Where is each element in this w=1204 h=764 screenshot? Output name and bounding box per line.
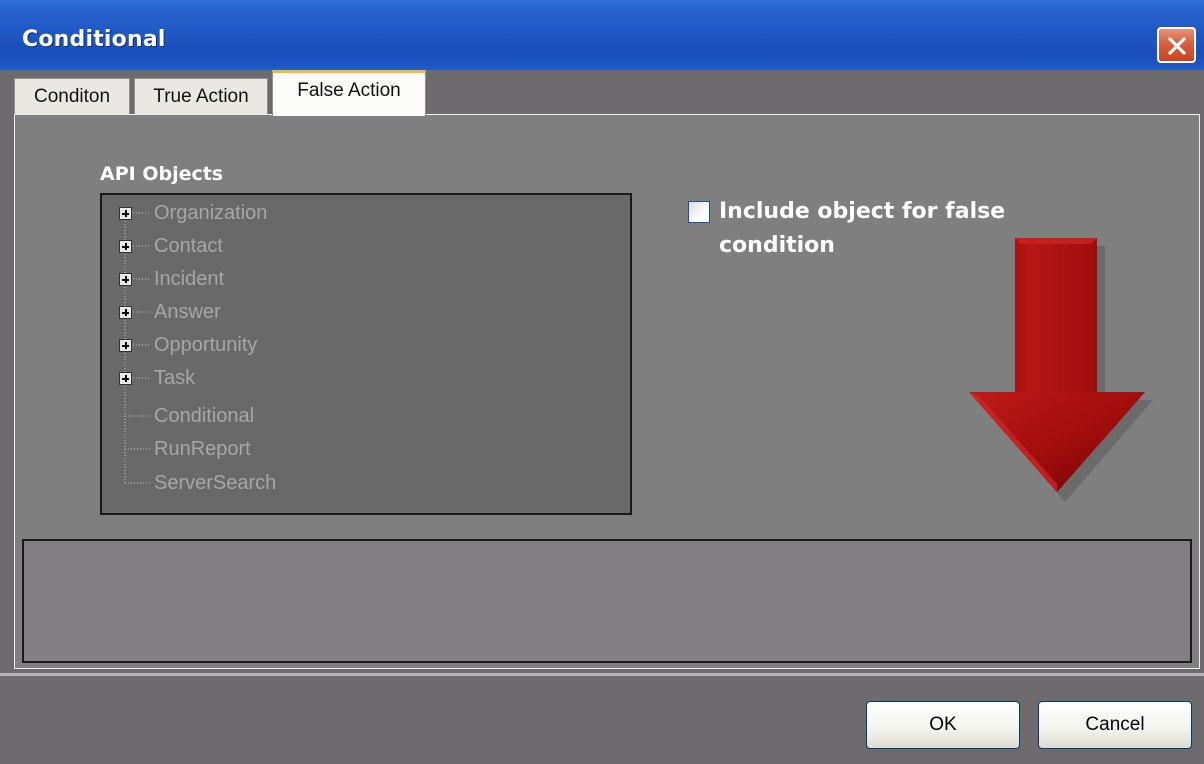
close-button[interactable] (1157, 27, 1196, 63)
plus-box-icon[interactable] (119, 306, 132, 319)
tab-false-action[interactable]: False Action (272, 70, 426, 116)
include-object-checkbox[interactable] (688, 201, 710, 223)
red-down-arrow-icon (969, 238, 1153, 502)
tab-true-action[interactable]: True Action (134, 78, 268, 114)
tree-item-answer[interactable]: Answer (154, 300, 221, 324)
conditional-dialog: Conditional Conditon True Action False A… (0, 0, 1204, 764)
tree-item-task[interactable]: Task (154, 366, 195, 390)
tree-item-serversearch[interactable]: ServerSearch (154, 471, 276, 495)
title-bar[interactable]: Conditional (0, 0, 1204, 70)
plus-box-icon[interactable] (119, 372, 132, 385)
tab-panel: API Objects Organization Contact Inciden… (14, 114, 1200, 669)
api-objects-tree[interactable]: Organization Contact Incident Answer Opp… (100, 193, 632, 515)
tree-item-runreport[interactable]: RunReport (154, 437, 251, 461)
tree-item-contact[interactable]: Contact (154, 234, 223, 258)
plus-box-icon[interactable] (119, 339, 132, 352)
ok-button[interactable]: OK (866, 701, 1020, 749)
tree-item-conditional[interactable]: Conditional (154, 404, 254, 428)
cancel-button[interactable]: Cancel (1038, 701, 1192, 749)
description-area[interactable] (22, 539, 1192, 663)
close-icon (1168, 37, 1186, 55)
plus-box-icon[interactable] (119, 273, 132, 286)
plus-box-icon[interactable] (119, 207, 132, 220)
plus-box-icon[interactable] (119, 240, 132, 253)
tree-item-incident[interactable]: Incident (154, 267, 224, 291)
api-objects-label: API Objects (100, 163, 224, 185)
false-action-content: API Objects Organization Contact Inciden… (23, 121, 1191, 539)
tree-item-organization[interactable]: Organization (154, 201, 267, 225)
footer-divider (0, 673, 1204, 676)
tab-condition[interactable]: Conditon (14, 78, 130, 114)
window-title: Conditional (22, 27, 166, 52)
tree-item-opportunity[interactable]: Opportunity (154, 333, 257, 357)
